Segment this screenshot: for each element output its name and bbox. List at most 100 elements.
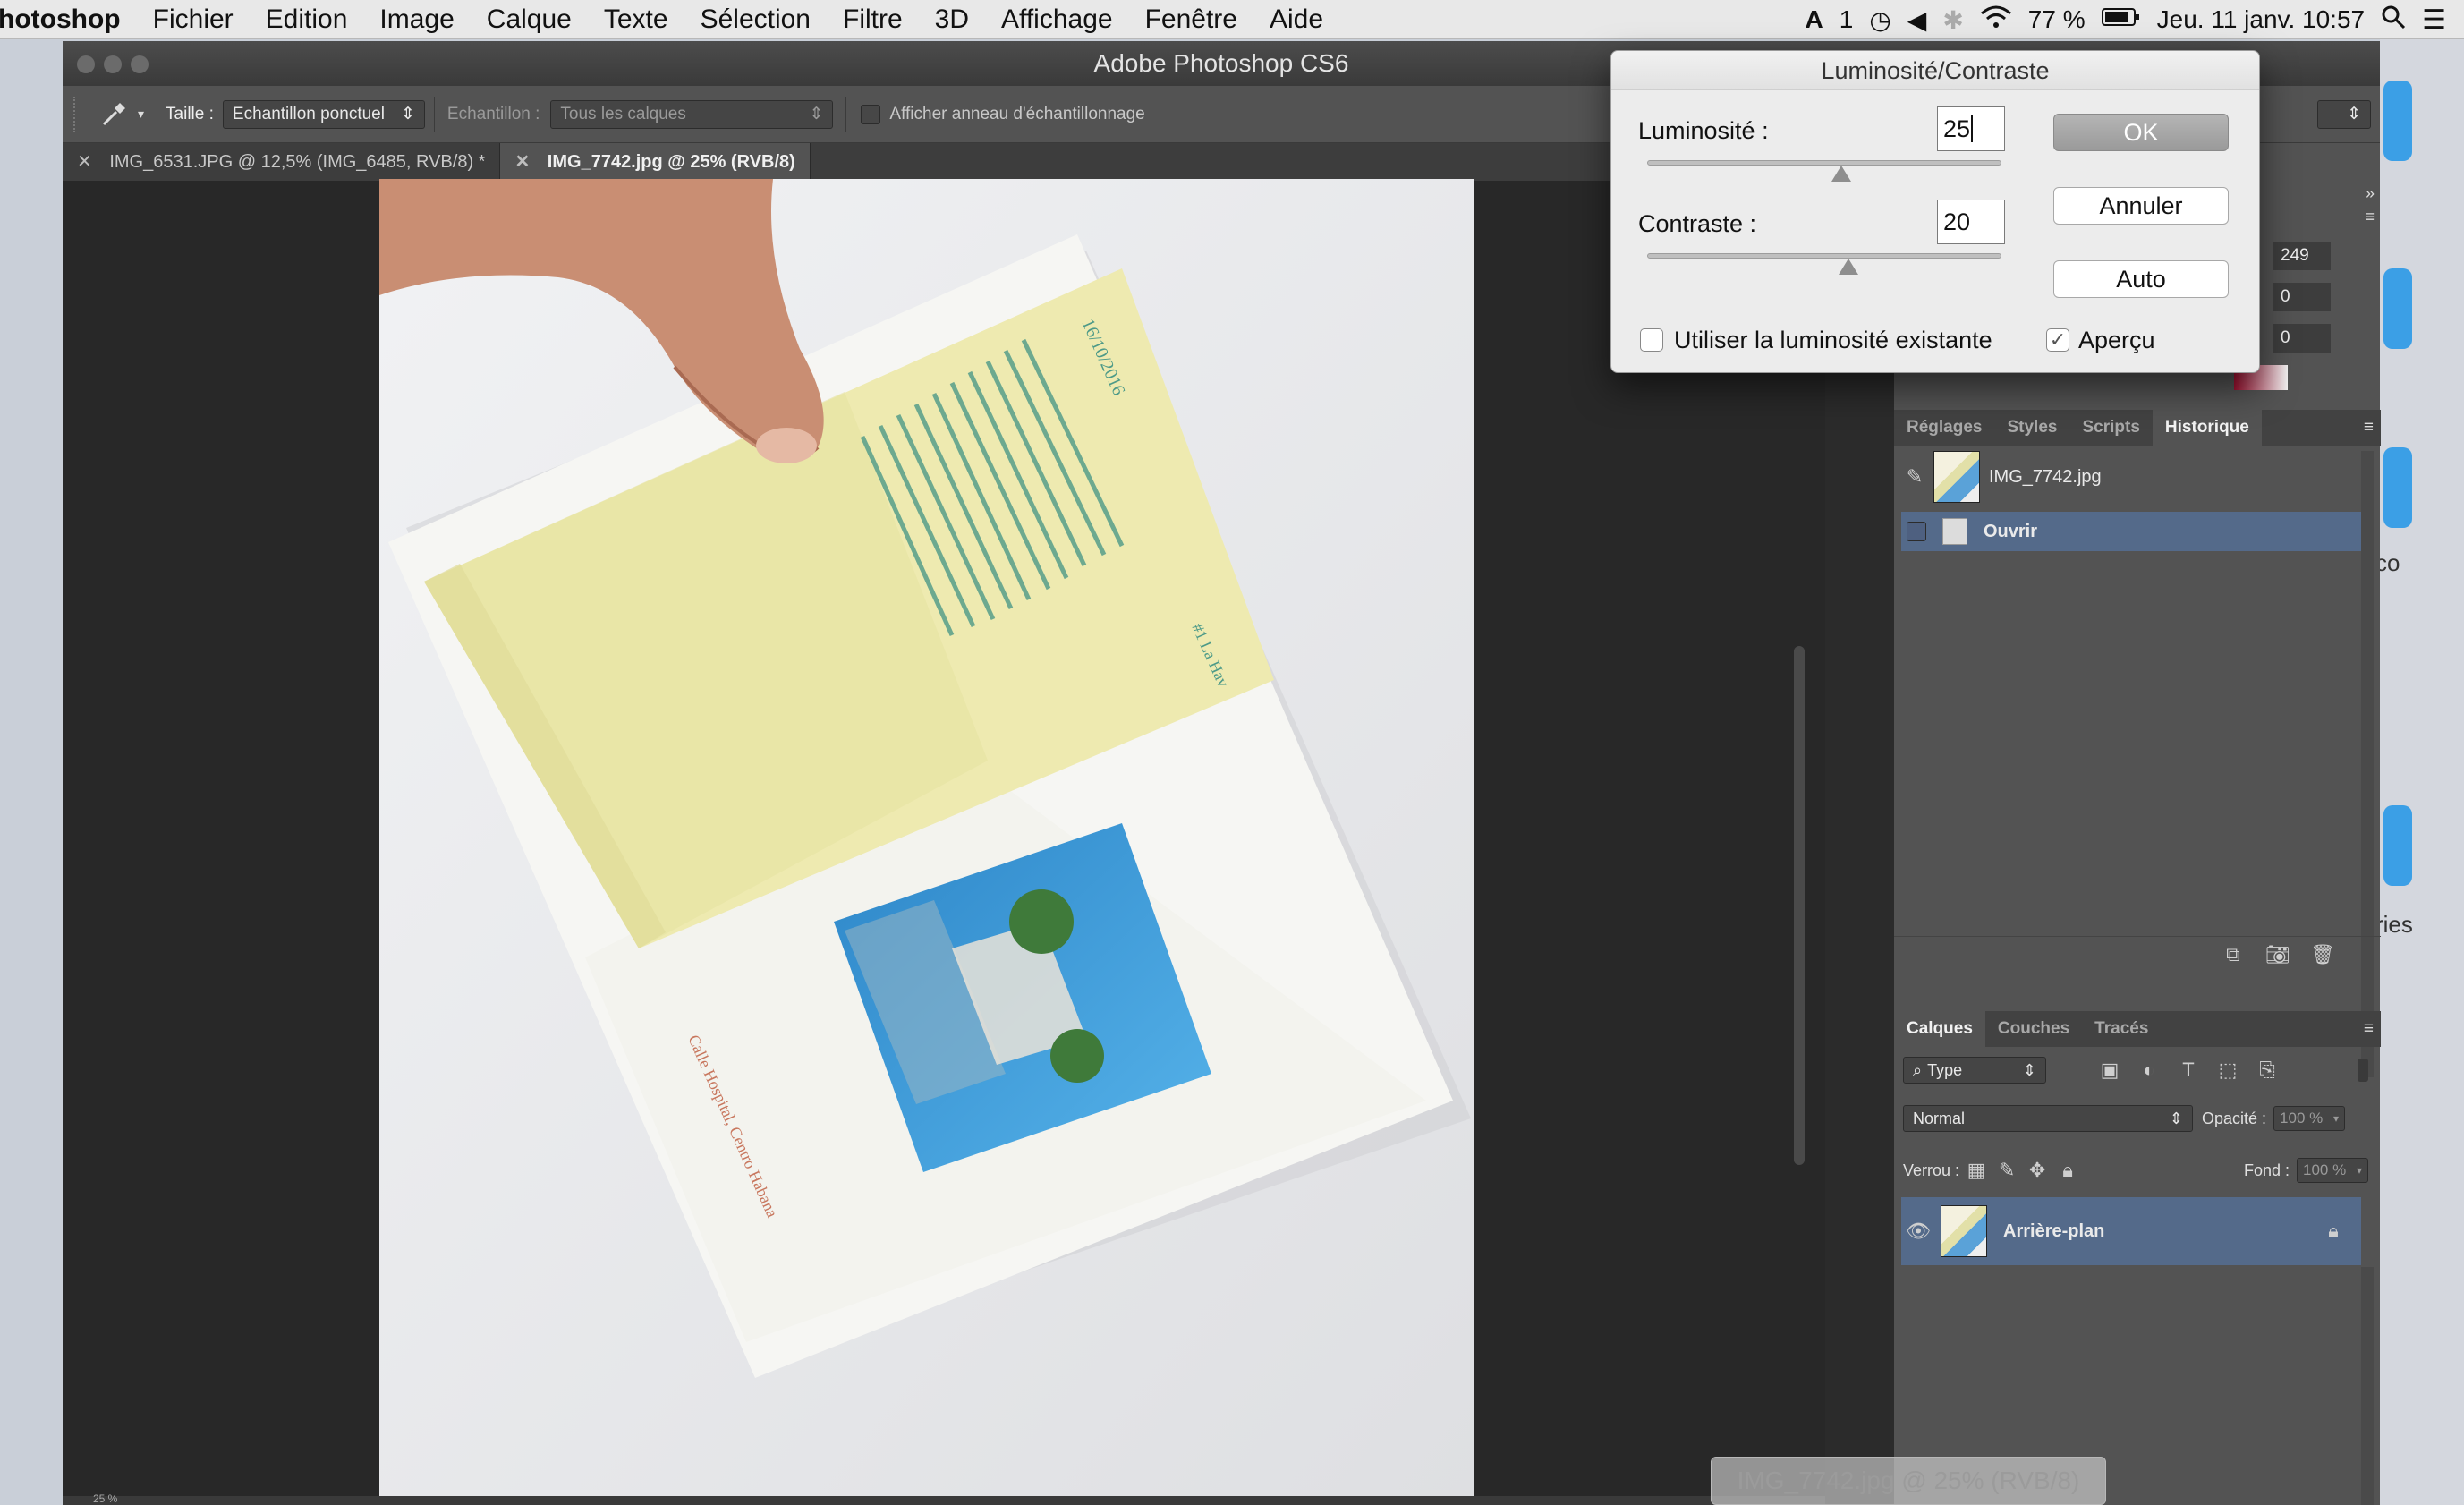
camera-snapshot-icon[interactable]: 📷︎	[2264, 941, 2291, 968]
spotlight-search-icon[interactable]	[2381, 4, 2406, 36]
panel-menu-icon[interactable]: ≡	[2364, 410, 2381, 446]
tab-img-6531[interactable]: ✕ IMG_6531.JPG @ 12,5% (IMG_6485, RVB/8)…	[63, 143, 501, 181]
workspace-select[interactable]: ⇕	[2317, 99, 2371, 129]
sample-select[interactable]: Tous les calques ⇕	[550, 99, 834, 129]
tab-reglages[interactable]: Réglages	[1894, 410, 1994, 446]
history-brush-source-icon[interactable]: ✎	[1901, 463, 1928, 490]
fill-input[interactable]: 100 % ▾	[2297, 1158, 2368, 1183]
desktop-folder-icon[interactable]	[2383, 805, 2412, 886]
filter-pixel-icon[interactable]: ▣	[2096, 1057, 2123, 1084]
menu-edition[interactable]: Edition	[250, 4, 364, 35]
desktop-folder-icon[interactable]	[2383, 268, 2412, 349]
contrast-slider-track[interactable]	[1647, 253, 2001, 259]
auto-button[interactable]: Auto	[2053, 260, 2229, 298]
panel-menu-icon[interactable]: ≡	[2365, 208, 2375, 226]
filter-smartobject-icon[interactable]: ⎘	[2254, 1057, 2281, 1084]
tab-scripts[interactable]: Scripts	[2069, 410, 2152, 446]
eyedropper-tool-icon[interactable]	[98, 99, 129, 130]
tab-img-7742[interactable]: ✕ IMG_7742.jpg @ 25% (RVB/8)	[500, 143, 811, 181]
ok-button[interactable]: OK	[2053, 114, 2229, 151]
history-snapshot[interactable]: ✎ IMG_7742.jpg	[1901, 446, 2361, 508]
desktop-folder-icon[interactable]	[2383, 81, 2412, 161]
bluetooth-icon[interactable]: ✱	[1942, 5, 1963, 35]
lock-all-icon[interactable]: 🔒︎	[2054, 1157, 2081, 1184]
size-label: Taille :	[166, 104, 214, 123]
minimize-window-button[interactable]	[104, 55, 122, 73]
contrast-slider-knob[interactable]	[1839, 259, 1858, 275]
volume-icon[interactable]: ◀	[1907, 5, 1927, 35]
document-image[interactable]: 16/10/2016 #1 La Hav Calle Hospital, Cen…	[379, 179, 1474, 1500]
menu-fenetre[interactable]: Fenêtre	[1129, 4, 1253, 35]
brightness-slider-knob[interactable]	[1831, 166, 1851, 182]
contrast-input[interactable]: 20	[1937, 200, 2005, 244]
sample-label: Echantillon :	[446, 104, 540, 123]
adobe-icon[interactable]: A	[1806, 5, 1823, 34]
menu-fichier[interactable]: Fichier	[137, 4, 250, 35]
menu-affichage[interactable]: Affichage	[985, 4, 1129, 35]
preview-checkbox[interactable]: ✓	[2046, 328, 2069, 352]
status-zoom[interactable]: 25 %	[93, 1492, 117, 1505]
tab-couches[interactable]: Couches	[1985, 1011, 2082, 1047]
menu-selection[interactable]: Sélection	[684, 4, 827, 35]
tool-preset-chevron-icon[interactable]: ▾	[138, 106, 144, 122]
notification-center-icon[interactable]: ☰	[2422, 4, 2446, 36]
panel-menu-icon[interactable]: ≡	[2364, 1011, 2381, 1047]
tab-traces[interactable]: Tracés	[2082, 1011, 2161, 1047]
panel-collapse-icon[interactable]: »	[2366, 184, 2375, 203]
blend-mode-select[interactable]: Normal ⇕	[1903, 1105, 2193, 1132]
filter-toggle[interactable]	[2358, 1059, 2368, 1082]
battery-icon[interactable]	[2101, 5, 2141, 34]
layer-name[interactable]: Arrière-plan	[2003, 1221, 2104, 1242]
time-machine-icon[interactable]: ◷	[1869, 5, 1890, 35]
trash-icon[interactable]: 🗑︎	[2309, 941, 2336, 968]
cancel-button[interactable]: Annuler	[2053, 187, 2229, 225]
menu-calque[interactable]: Calque	[471, 4, 588, 35]
menu-texte[interactable]: Texte	[588, 4, 684, 35]
layer-row[interactable]: 👁︎ Arrière-plan 🔒︎	[1901, 1197, 2361, 1265]
filter-type-icon[interactable]: T	[2175, 1057, 2202, 1084]
history-scrollbar[interactable]	[2361, 451, 2374, 1077]
layers-scrollbar[interactable]	[2361, 1267, 2374, 1505]
tab-calques[interactable]: Calques	[1894, 1011, 1985, 1047]
lock-row: Verrou : ▦ ✎ ✥ 🔒︎ Fond : 100 % ▾	[1903, 1154, 2368, 1186]
menu-image[interactable]: Image	[363, 4, 470, 35]
lock-transparency-icon[interactable]: ▦	[1963, 1157, 1990, 1184]
filter-adjustment-icon[interactable]: ◐	[2136, 1057, 2162, 1084]
menu-3d[interactable]: 3D	[919, 4, 985, 35]
history-footer: ⧉ 📷︎ 🗑︎	[1894, 936, 2381, 972]
brightness-input[interactable]: 25	[1937, 106, 2005, 151]
close-window-button[interactable]	[77, 55, 95, 73]
vertical-scrollbar[interactable]	[1794, 646, 1805, 1165]
visibility-eye-icon[interactable]: 👁︎	[1905, 1218, 1932, 1245]
new-document-from-state-icon[interactable]: ⧉	[2220, 941, 2247, 968]
clock[interactable]: Jeu. 11 janv. 10:57	[2157, 5, 2365, 34]
close-tab-icon[interactable]: ✕	[77, 152, 92, 172]
battery-percent[interactable]: 77 %	[2028, 5, 2086, 34]
size-select[interactable]: Echantillon ponctuel ⇕	[222, 99, 425, 129]
lock-pixels-icon[interactable]: ✎	[1993, 1157, 2020, 1184]
wifi-icon[interactable]	[1980, 4, 2012, 36]
app-menu[interactable]: hotoshop	[0, 4, 137, 35]
zoom-window-button[interactable]	[131, 55, 149, 73]
desktop-folder-icon[interactable]	[2383, 447, 2412, 528]
lock-position-icon[interactable]: ✥	[2024, 1157, 2051, 1184]
tab-styles[interactable]: Styles	[1994, 410, 2069, 446]
options-divider	[433, 96, 435, 132]
opacity-input[interactable]: 100 % ▾	[2273, 1106, 2346, 1131]
layer-filter-select[interactable]: ⌕ Type ⇕	[1903, 1057, 2046, 1084]
status-area: A 1 ◷ ◀ ✱ 77 % Jeu. 11 janv. 10:57 ☰	[1806, 0, 2446, 39]
filter-shape-icon[interactable]: ⬚	[2214, 1057, 2241, 1084]
blue-value-input[interactable]: 0	[2273, 324, 2331, 353]
history-source-checkbox[interactable]	[1907, 522, 1926, 541]
menu-filtre[interactable]: Filtre	[827, 4, 919, 35]
brightness-slider-track[interactable]	[1647, 160, 2001, 166]
tab-historique[interactable]: Historique	[2152, 410, 2262, 446]
history-step-selected[interactable]: Ouvrir	[1901, 512, 2361, 551]
menu-aide[interactable]: Aide	[1253, 4, 1339, 35]
green-value-input[interactable]: 0	[2273, 283, 2331, 311]
red-value-input[interactable]: 249	[2273, 242, 2331, 270]
close-tab-icon[interactable]: ✕	[514, 152, 530, 172]
sampling-ring-checkbox[interactable]	[861, 104, 881, 124]
select-arrows-icon: ⇕	[2347, 105, 2361, 123]
legacy-checkbox[interactable]	[1640, 328, 1663, 352]
